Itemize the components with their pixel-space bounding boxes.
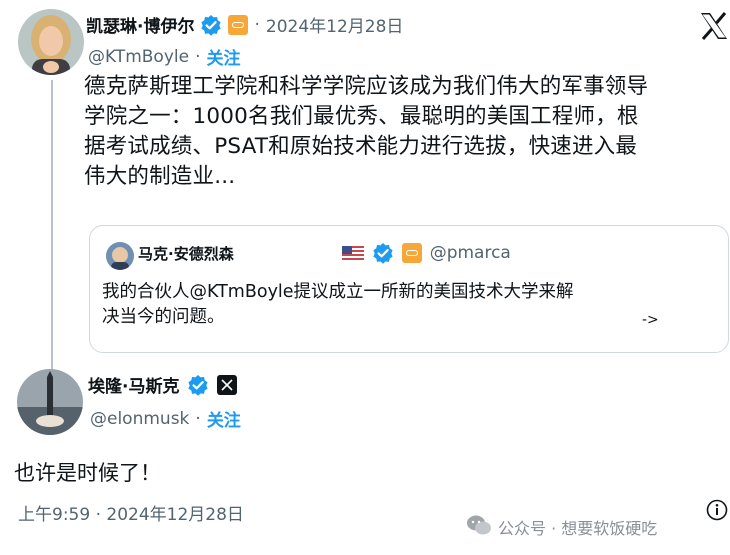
reply-verified-badge-icon (187, 374, 209, 396)
info-icon[interactable] (706, 499, 728, 521)
elonmusk-avatar[interactable] (17, 369, 83, 435)
quote-affiliate-badge-icon (401, 243, 422, 263)
author-name[interactable]: 凯瑟琳·博伊尔 (86, 12, 194, 37)
reply-text: 也许是时候了！ (14, 461, 161, 485)
separator-dot: · (195, 46, 201, 67)
tweet-text-line: 伟大的制造业... (84, 164, 236, 189)
follow-button[interactable]: 关注 (207, 44, 241, 69)
author-handle[interactable]: @KTmBoyle (88, 47, 189, 67)
separator-dot: · (95, 505, 101, 525)
separator-dot: · (254, 14, 260, 35)
reply-date: 2024年12月28日 (106, 505, 244, 525)
verified-badge-icon (200, 14, 222, 36)
tweet-text-line: 据考试成绩、PSAT和原始技术能力进行选拔，快速进入最 (84, 134, 638, 159)
watermark-text: 公众号 · 想要软饭硬吃 (498, 519, 658, 538)
tweet-text-line: 学院之一：1000名我们最优秀、最聪明的美国工程师，根 (84, 104, 639, 129)
tweet-date[interactable]: 2024年12月28日 (266, 12, 404, 37)
tweet-text: 德克萨斯理工学院和科学学院应该成为我们伟大的军事领导 学院之一：1000名我们最… (84, 72, 724, 192)
kt-boyle-avatar[interactable] (18, 9, 84, 75)
x-logo-icon (698, 10, 730, 42)
quote-handle: @pmarca (429, 243, 511, 263)
quote-author-name: 马克·安德烈森 (138, 244, 234, 263)
pmarca-avatar (106, 242, 134, 270)
us-flag-icon (341, 245, 364, 261)
quote-verified-badge-icon (372, 242, 394, 264)
reply-time: 上午9:59 (18, 505, 91, 525)
affiliate-badge-icon (228, 14, 249, 35)
quote-tweet-card[interactable]: 马克·安德烈森 @pmarca 我的合伙人@KTmBoyle提议成立一所新的美国… (89, 225, 729, 353)
reply-follow-button[interactable]: 关注 (207, 406, 241, 431)
reply-author-name[interactable]: 埃隆·马斯克 (88, 372, 179, 397)
reply-timestamp[interactable]: 上午9:59 · 2024年12月28日 (18, 500, 244, 525)
thread-line (51, 80, 53, 370)
reply-handle[interactable]: @elonmusk (90, 409, 189, 429)
quote-text-line: 决当今的问题。 (102, 307, 225, 327)
wechat-icon (466, 514, 492, 540)
watermark: 公众号 · 想要软饭硬吃 (466, 514, 657, 540)
separator-dot: · (195, 408, 201, 429)
tweet-text-line: 德克萨斯理工学院和科学学院应该成为我们伟大的军事领导 (84, 74, 649, 99)
show-more-arrow[interactable]: -> (642, 312, 659, 328)
x-affiliate-badge-icon (217, 374, 238, 395)
quote-text-line: 我的合伙人@KTmBoyle提议成立一所新的美国技术大学来解 (102, 282, 574, 302)
